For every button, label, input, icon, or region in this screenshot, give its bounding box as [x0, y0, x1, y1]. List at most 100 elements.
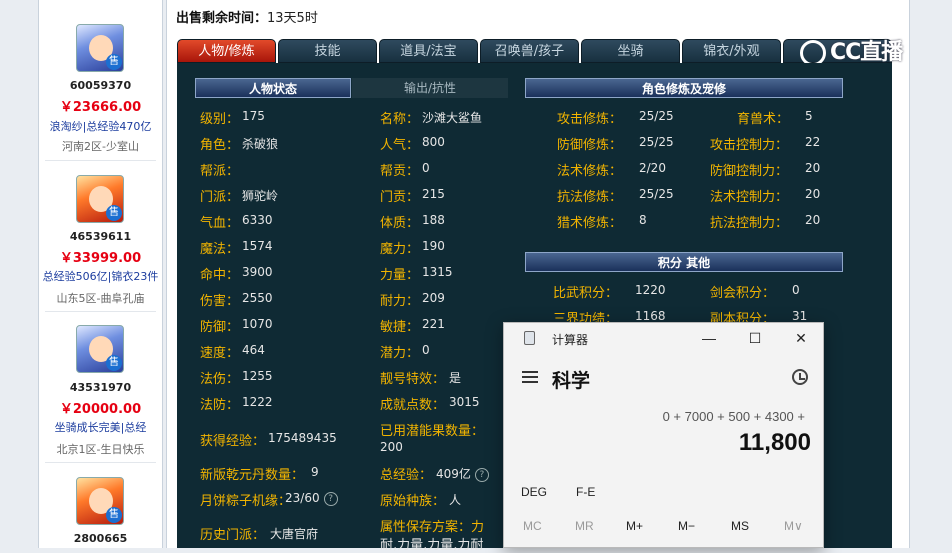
- seller-avatar[interactable]: 售: [76, 477, 124, 525]
- maximize-icon[interactable]: ☐: [746, 329, 764, 347]
- seller-desc[interactable]: 浪淘纱|总经验470亿: [39, 118, 162, 134]
- pill-value: 9: [311, 465, 319, 479]
- cult-value: 22: [805, 135, 821, 149]
- stat-label: 帮派：: [200, 164, 240, 179]
- stat-value: 是: [449, 371, 462, 385]
- hamburger-menu-icon[interactable]: [522, 371, 538, 383]
- seller-server: 山东5区-曲阜孔庙: [56, 292, 145, 305]
- seller-id[interactable]: 2800665: [39, 532, 162, 545]
- divider: [45, 462, 156, 463]
- stat-label: 成就点数：: [380, 398, 446, 413]
- cult-value: 8: [639, 213, 647, 227]
- stat-value: 6330: [242, 213, 273, 227]
- stat-label: 气血：: [200, 216, 240, 231]
- mr-button[interactable]: MR: [575, 519, 594, 533]
- stat-label: 魔力：: [380, 242, 420, 257]
- memory-list-button[interactable]: M∨: [784, 519, 803, 533]
- tab-skills[interactable]: 技能: [278, 39, 377, 63]
- cult-label: 抗法修炼：: [557, 190, 623, 205]
- history-icon[interactable]: [792, 369, 808, 385]
- stat-label: 法伤：: [200, 372, 240, 387]
- seller-avatar[interactable]: 售: [76, 175, 124, 223]
- stat-value: 1315: [422, 265, 453, 279]
- stat-label: 级别：: [200, 112, 240, 127]
- stat-value: 221: [422, 317, 445, 331]
- stat-label: 人气：: [380, 138, 420, 153]
- stat-value: 464: [242, 343, 265, 357]
- minimize-icon[interactable]: —: [700, 329, 718, 347]
- divider: [45, 160, 156, 161]
- stat-value: 杀破狼: [242, 137, 279, 151]
- calculator-titlebar[interactable]: 计算器 — ☐ ✕: [504, 323, 823, 353]
- remaining-time-value: 13天5时: [267, 11, 318, 26]
- tab-character[interactable]: 人物/修炼: [177, 39, 276, 63]
- history-school-label: 历史门派：: [200, 528, 266, 543]
- logo-text: CC直播: [830, 40, 903, 65]
- cult-label: 法术控制力：: [710, 190, 789, 205]
- stat-value: 0: [422, 343, 430, 357]
- m-minus-button[interactable]: M−: [678, 519, 695, 533]
- stat-label: 帮贡：: [380, 164, 420, 179]
- tab-mount[interactable]: 坐骑: [581, 39, 680, 63]
- output-resist-header[interactable]: 输出/抗性: [352, 78, 508, 98]
- seller-id[interactable]: 46539611: [39, 230, 162, 243]
- seller-server: 河南2区-少室山: [62, 140, 139, 153]
- points-label: 剑会积分：: [710, 286, 776, 301]
- tab-outfits[interactable]: 锦衣/外观: [682, 39, 781, 63]
- history-school-value: 大唐官府: [270, 527, 319, 541]
- cc-live-logo: CC直播: [800, 34, 903, 66]
- points-value: 1168: [635, 309, 666, 323]
- deg-button[interactable]: DEG: [521, 485, 547, 499]
- seller-id[interactable]: 60059370: [39, 79, 162, 92]
- stat-label: 敏捷：: [380, 320, 420, 335]
- close-icon[interactable]: ✕: [792, 329, 810, 347]
- help-icon[interactable]: ?: [474, 467, 489, 482]
- stat-value: 215: [422, 187, 445, 201]
- stat-label: 靓号特效：: [380, 372, 446, 387]
- points-value: 0: [792, 283, 800, 297]
- potential-value: 200: [380, 440, 403, 454]
- stat-value: 1255: [242, 369, 273, 383]
- cult-value: 2/20: [639, 161, 666, 175]
- cult-value: 25/25: [639, 187, 674, 201]
- seller-avatar[interactable]: 售: [76, 325, 124, 373]
- cult-value: 20: [805, 187, 821, 201]
- seller-desc[interactable]: 坐骑成长完美|总经: [39, 419, 162, 435]
- race-label: 原始种族：: [380, 494, 446, 509]
- stat-label: 潜力：: [380, 346, 420, 361]
- cult-label: 法术修炼：: [557, 164, 623, 179]
- seller-id[interactable]: 43531970: [39, 381, 162, 394]
- cult-label: 攻击控制力：: [710, 138, 789, 153]
- stat-value: 狮驼岭: [242, 189, 279, 203]
- stat-value: 0: [422, 161, 430, 175]
- attr-plan-value: 耐,力量,力量,力耐: [380, 538, 484, 553]
- seller-price: ￥33999.00: [59, 251, 142, 266]
- cult-label: 育兽术：: [737, 112, 790, 127]
- points-value: 31: [792, 309, 808, 323]
- stat-label: 名称：: [380, 112, 420, 127]
- seller-price: ￥23666.00: [59, 100, 142, 115]
- cult-value: 25/25: [639, 109, 674, 123]
- help-icon[interactable]: ?: [323, 491, 338, 506]
- status-header[interactable]: 人物状态: [195, 78, 351, 98]
- divider: [45, 311, 156, 312]
- stat-label: 命中：: [200, 268, 240, 283]
- tab-items[interactable]: 道具/法宝: [379, 39, 478, 63]
- m-plus-button[interactable]: M+: [626, 519, 643, 533]
- stat-value: 沙滩大鲨鱼: [422, 111, 483, 125]
- stat-value: 3015: [449, 395, 480, 409]
- mc-button[interactable]: MC: [523, 519, 542, 533]
- stat-value: 1070: [242, 317, 273, 331]
- seller-desc[interactable]: 总经验506亿|锦衣23件: [39, 268, 162, 284]
- stat-value: 1222: [242, 395, 273, 409]
- tab-pets[interactable]: 召唤兽/孩子: [480, 39, 579, 63]
- cult-label: 抗法控制力：: [710, 216, 789, 231]
- stat-value: 175: [242, 109, 265, 123]
- zongzi-number: 23/60: [285, 491, 320, 505]
- calculator-window[interactable]: 计算器 — ☐ ✕ 科学 0 + 7000 + 500 + 4300 + 11,…: [503, 322, 824, 548]
- ms-button[interactable]: MS: [731, 519, 749, 533]
- fe-button[interactable]: F-E: [576, 485, 595, 499]
- points-value: 1220: [635, 283, 666, 297]
- cult-label: 防御修炼：: [557, 138, 623, 153]
- seller-avatar[interactable]: 售: [76, 24, 124, 72]
